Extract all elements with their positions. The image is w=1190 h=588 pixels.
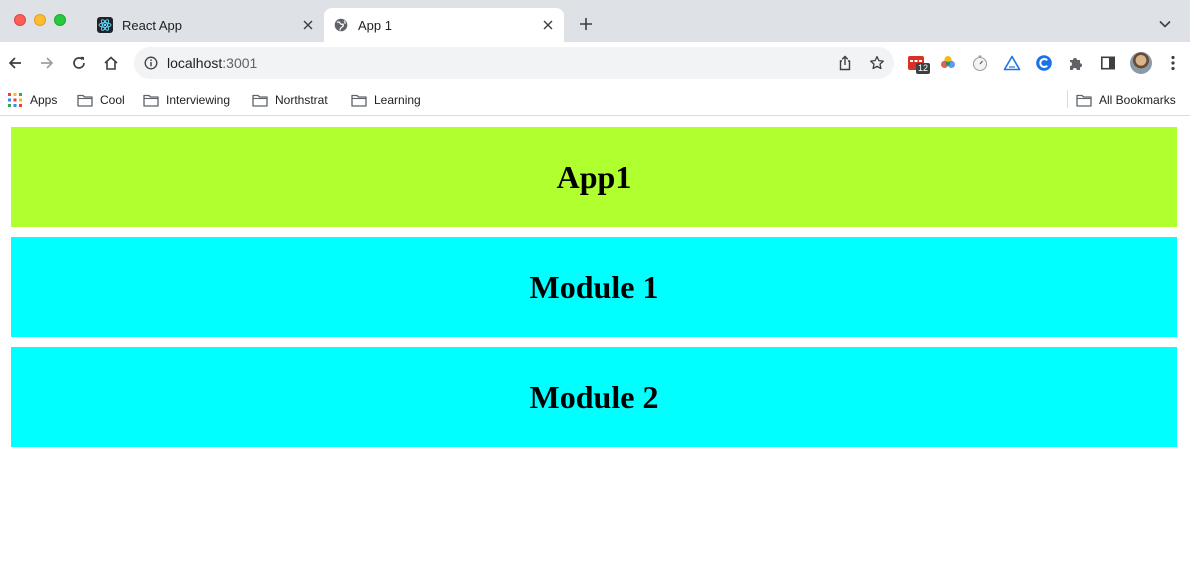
folder-icon (77, 93, 93, 107)
app1-heading: App1 (556, 158, 632, 195)
kebab-menu-icon (1171, 55, 1175, 71)
arrow-left-icon (8, 57, 21, 69)
bookmark-label: Learning (374, 93, 421, 107)
bookmark-apps[interactable]: Apps (7, 90, 57, 110)
bookmark-folder-cool[interactable]: Cool (77, 90, 125, 110)
react-icon (97, 17, 113, 33)
url-text: localhost:3001 (167, 55, 257, 71)
c-extension-icon[interactable] (1034, 53, 1054, 73)
bookmarks-separator (1067, 90, 1068, 108)
close-tab-icon[interactable] (300, 17, 316, 33)
folder-icon (351, 93, 367, 107)
tab-strip: React App App 1 (0, 0, 1190, 42)
profile-avatar[interactable] (1130, 52, 1152, 74)
triangle-extension-icon[interactable] (1002, 53, 1022, 73)
home-button[interactable] (101, 53, 121, 73)
chevron-down-icon (1159, 20, 1171, 28)
bookmark-label: Cool (100, 93, 125, 107)
module-2-panel: Module 2 (11, 347, 1177, 447)
close-tab-icon[interactable] (540, 17, 556, 33)
new-tab-button[interactable] (576, 14, 596, 34)
module-1-panel: Module 1 (11, 237, 1177, 337)
calendar-extension-icon[interactable]: 12 (906, 53, 931, 74)
reload-button[interactable] (69, 53, 89, 73)
plus-icon (580, 18, 592, 30)
address-bar[interactable]: localhost:3001 (134, 47, 894, 79)
side-panel-icon[interactable] (1098, 53, 1118, 73)
bookmark-folder-learning[interactable]: Learning (351, 90, 421, 110)
tab-react-app[interactable]: React App (88, 8, 324, 42)
bookmark-label: Interviewing (166, 93, 231, 107)
bookmark-label: Apps (30, 93, 58, 107)
app1-panel: App1 (11, 127, 1177, 227)
tab-title: App 1 (358, 17, 392, 33)
timer-extension-icon[interactable] (970, 53, 990, 73)
all-bookmarks-button[interactable]: All Bookmarks (1076, 90, 1176, 110)
browser-menu-button[interactable] (1165, 53, 1181, 73)
arrow-right-icon (41, 57, 54, 69)
puzzle-icon[interactable] (1066, 53, 1086, 73)
color-wheel-extension-icon[interactable] (938, 53, 958, 73)
bookmark-folder-interviewing[interactable]: Interviewing (143, 90, 230, 110)
forward-button[interactable] (37, 53, 57, 73)
home-icon (104, 56, 118, 70)
folder-icon (1076, 93, 1092, 107)
site-info-icon[interactable] (143, 55, 159, 71)
page-viewport: App1 Module 1 Module 2 (0, 117, 1190, 588)
reload-icon (73, 56, 85, 69)
folder-icon (252, 93, 268, 107)
extension-badge: 12 (916, 63, 931, 74)
bookmarks-bar: Apps Cool Interviewing Northstrat Learni… (0, 84, 1190, 116)
minimize-window-button[interactable] (34, 14, 46, 26)
url-host: localhost (167, 55, 223, 71)
share-icon[interactable] (836, 54, 854, 72)
browser-toolbar: localhost:3001 12 (0, 42, 1190, 84)
folder-icon (143, 93, 159, 107)
back-button[interactable] (5, 53, 25, 73)
bookmark-folder-northstrat[interactable]: Northstrat (252, 90, 328, 110)
close-window-button[interactable] (14, 14, 26, 26)
globe-icon (333, 17, 349, 33)
bookmark-label: Northstrat (275, 93, 328, 107)
url-port: :3001 (222, 55, 258, 71)
zoom-window-button[interactable] (54, 14, 66, 26)
apps-grid-icon (7, 93, 23, 107)
tab-search-button[interactable] (1156, 15, 1174, 33)
module-1-heading: Module 1 (529, 268, 659, 305)
module-2-heading: Module 2 (529, 378, 659, 415)
all-bookmarks-label: All Bookmarks (1099, 93, 1176, 107)
bookmark-star-icon[interactable] (868, 54, 886, 72)
tab-app-1[interactable]: App 1 (324, 8, 564, 42)
tab-title: React App (122, 17, 182, 33)
